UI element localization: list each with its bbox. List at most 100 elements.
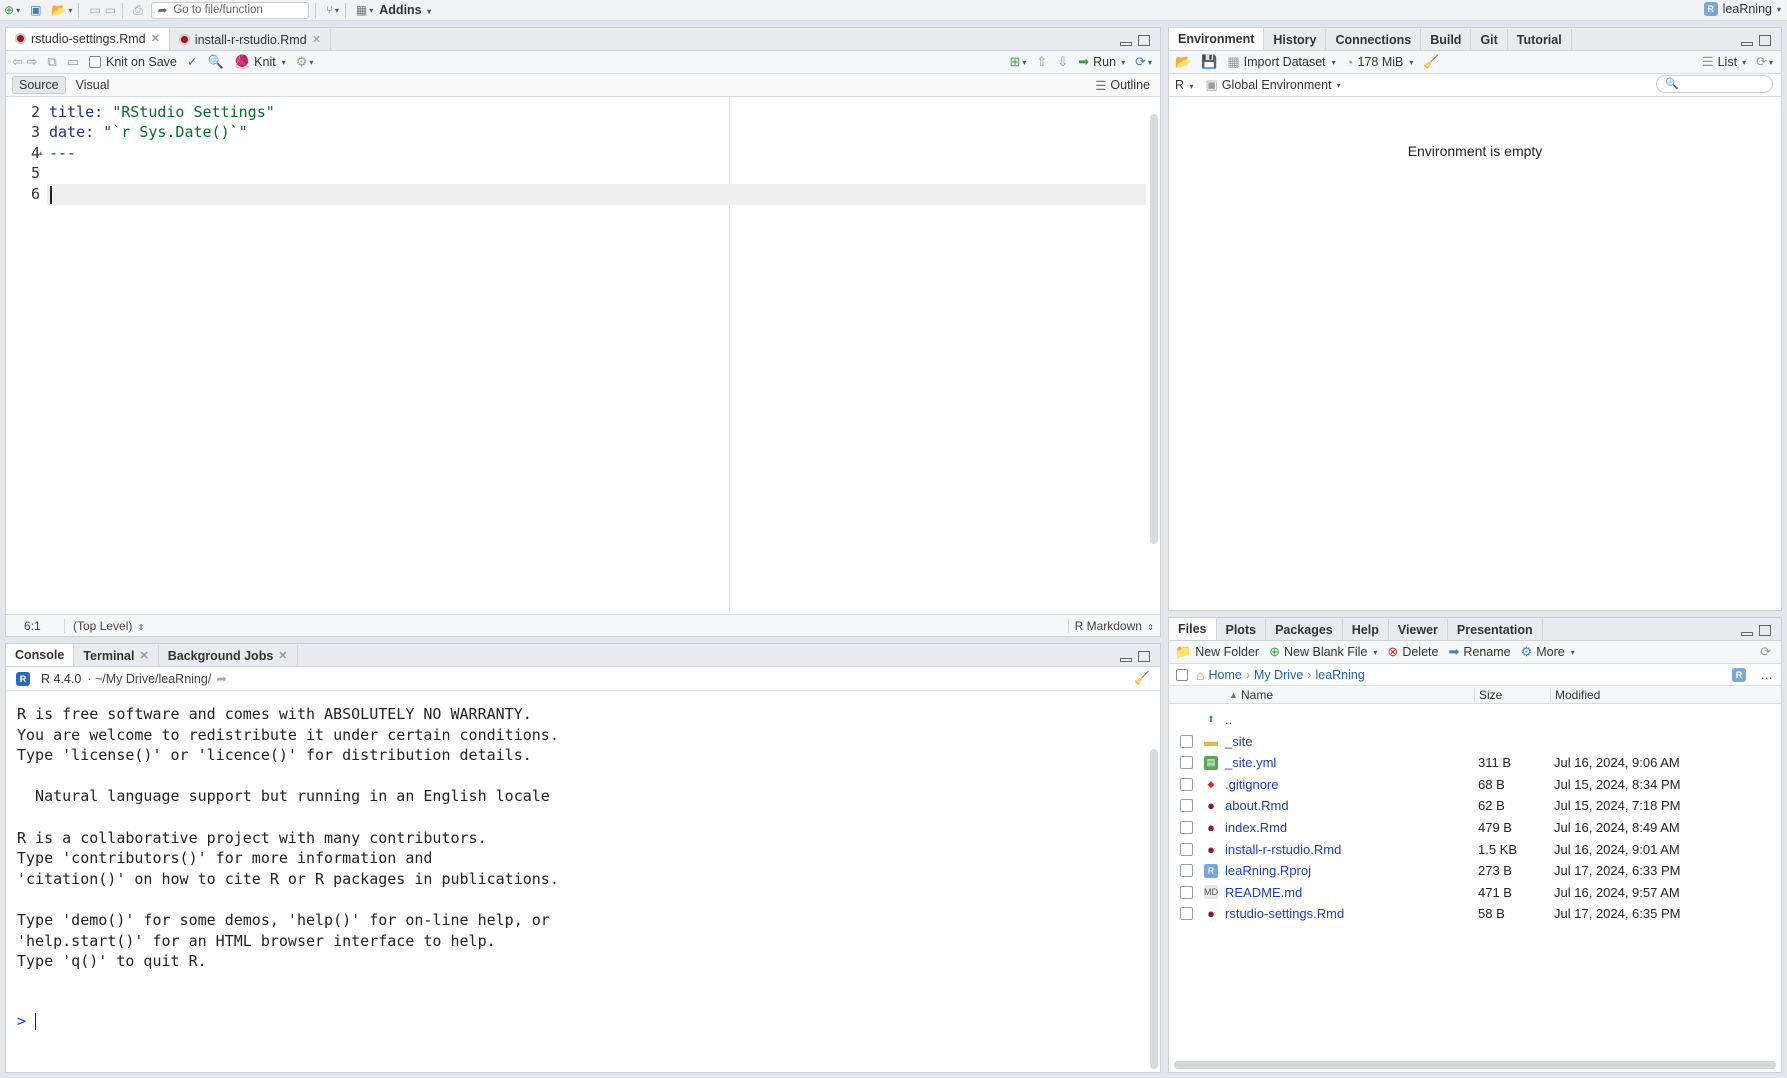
maximize-icon[interactable]: [1138, 651, 1150, 662]
working-directory[interactable]: · ~/My Drive/leaRning/: [87, 672, 211, 686]
close-icon[interactable]: ✕: [278, 649, 287, 662]
tab-git[interactable]: Git: [1471, 29, 1508, 50]
project-menu[interactable]: R leaRning ▾: [1703, 2, 1781, 16]
tab-build[interactable]: Build: [1421, 29, 1472, 50]
source-mode-button[interactable]: Source: [12, 76, 66, 94]
file-name[interactable]: _site: [1225, 734, 1252, 749]
home-icon[interactable]: ⌂: [1196, 667, 1204, 683]
tab-rstudio-settings[interactable]: rstudio-settings.Rmd ✕: [6, 28, 170, 50]
file-name[interactable]: _site.yml: [1225, 755, 1276, 770]
table-row[interactable]: RleaRning.Rproj 273 B Jul 17, 2024, 6:33 P…: [1169, 860, 1781, 881]
table-row[interactable]: ▬ _site: [1169, 731, 1781, 752]
tab-tutorial[interactable]: Tutorial: [1508, 29, 1572, 50]
row-checkbox[interactable]: [1180, 907, 1193, 921]
load-workspace-icon[interactable]: 📂: [1175, 54, 1191, 70]
pane-layout-icon[interactable]: ▦ ▾: [356, 1, 373, 19]
find-icon[interactable]: 🔍: [208, 54, 224, 70]
environment-selector[interactable]: ▣ Global Environment ▾: [1206, 77, 1341, 93]
table-row[interactable]: ⬆..: [1169, 709, 1781, 730]
knit-button[interactable]: 🧶 Knit ▾: [234, 54, 286, 70]
checkbox[interactable]: [89, 56, 101, 68]
new-folder-button[interactable]: 📁 New Folder: [1175, 644, 1259, 660]
tab-viewer[interactable]: Viewer: [1389, 619, 1448, 640]
row-checkbox[interactable]: [1180, 799, 1193, 813]
column-modified[interactable]: Modified: [1550, 687, 1600, 702]
table-row[interactable]: ▤ _site.yml 311 B Jul 16, 2024, 9:06 AM: [1169, 752, 1781, 773]
new-blank-file-button[interactable]: ⊕ New Blank File ▾: [1269, 644, 1377, 660]
addins-menu[interactable]: Addins ▾: [379, 3, 431, 17]
tab-install-r-rstudio[interactable]: install-r-rstudio.Rmd ✕: [170, 29, 331, 50]
file-name[interactable]: about.Rmd: [1225, 798, 1289, 813]
tab-background-jobs[interactable]: Background Jobs ✕: [159, 645, 298, 666]
new-project-icon[interactable]: ▣: [30, 1, 41, 19]
row-checkbox[interactable]: [1180, 864, 1193, 878]
previous-chunk-icon[interactable]: ⇧: [1036, 54, 1047, 70]
scope-selector[interactable]: (Top Level) ⇕: [64, 618, 144, 633]
next-chunk-icon[interactable]: ⇩: [1057, 54, 1068, 70]
save-icon[interactable]: ▭: [67, 54, 79, 70]
insert-chunk-icon[interactable]: ⊞ ▾: [1009, 54, 1026, 70]
view-mode-button[interactable]: ☰ List ▾: [1702, 54, 1746, 70]
refresh-icon[interactable]: ⟳ ▾: [1756, 54, 1773, 70]
table-row[interactable]: ◆ .gitignore 68 B Jul 15, 2024, 8:34 PM: [1169, 774, 1781, 795]
save-workspace-icon[interactable]: 💾: [1201, 54, 1217, 70]
column-size[interactable]: Size: [1474, 687, 1502, 702]
show-in-window-icon[interactable]: ⧉: [47, 54, 56, 70]
minimize-icon[interactable]: [1120, 42, 1132, 46]
table-row[interactable]: ● rstudio-settings.Rmd 58 B Jul 17, 2024, 6…: [1169, 903, 1781, 924]
row-checkbox[interactable]: [1180, 777, 1193, 791]
file-name[interactable]: leaRning.Rproj: [1225, 863, 1311, 878]
code-editor[interactable]: 2 3 4 ▴ 5 6 title: "RStudio Settings" da…: [6, 98, 1160, 612]
clear-broom-icon[interactable]: 🧹: [1423, 54, 1439, 70]
tab-terminal[interactable]: Terminal ✕: [74, 645, 159, 666]
visual-mode-button[interactable]: Visual: [76, 78, 110, 92]
go-to-file-input[interactable]: ➦ Go to file/function: [150, 1, 309, 19]
clear-console-icon[interactable]: 🧹: [1134, 671, 1150, 686]
open-file-icon[interactable]: 📂 ▾: [51, 1, 72, 19]
table-row[interactable]: ● install-r-rstudio.Rmd 1.5 KB Jul 16, 2024…: [1169, 839, 1781, 860]
outline-button[interactable]: ☰ Outline: [1095, 78, 1150, 93]
file-name[interactable]: index.Rmd: [1225, 820, 1287, 835]
console-prompt[interactable]: >: [17, 1012, 37, 1030]
file-name[interactable]: rstudio-settings.Rmd: [1225, 906, 1344, 921]
go-to-directory-icon[interactable]: ➦: [216, 671, 226, 686]
go-to-project-icon[interactable]: R: [1732, 667, 1746, 682]
environment-search-input[interactable]: 🔍: [1656, 75, 1773, 93]
minimize-icon[interactable]: [1741, 42, 1753, 46]
tab-plots[interactable]: Plots: [1217, 619, 1267, 640]
fold-arrow-icon[interactable]: ▴: [39, 149, 43, 157]
settings-gear-icon[interactable]: ⚙ ▾: [296, 54, 314, 70]
run-button[interactable]: ➡ Run ▾: [1078, 54, 1125, 70]
spellcheck-icon[interactable]: ✓: [187, 54, 198, 70]
file-name[interactable]: ..: [1225, 712, 1232, 727]
memory-usage-button[interactable]: ◔ 178 MiB ▾: [1346, 55, 1414, 70]
table-row[interactable]: MD README.md 471 B Jul 16, 2024, 9:57 AM: [1169, 882, 1781, 903]
maximize-icon[interactable]: [1138, 35, 1150, 46]
row-checkbox[interactable]: [1180, 734, 1193, 748]
file-name[interactable]: README.md: [1225, 885, 1302, 900]
tab-console[interactable]: Console: [6, 644, 75, 666]
save-all-icon[interactable]: ▭: [105, 1, 116, 19]
vertical-scrollbar[interactable]: [1150, 114, 1158, 544]
breadcrumb-learning[interactable]: leaRning: [1315, 668, 1364, 682]
table-row[interactable]: ● index.Rmd 479 B Jul 16, 2024, 8:49 AM: [1169, 817, 1781, 838]
more-button[interactable]: ⚙ More ▾: [1521, 644, 1575, 660]
row-checkbox[interactable]: [1180, 821, 1193, 834]
tab-connections[interactable]: Connections: [1326, 29, 1422, 50]
console-output[interactable]: R is free software and comes with ABSOLU…: [6, 692, 1160, 1072]
tab-environment[interactable]: Environment: [1169, 28, 1265, 50]
tab-help[interactable]: Help: [1343, 619, 1389, 640]
maximize-icon[interactable]: [1759, 625, 1771, 636]
row-checkbox[interactable]: [1180, 885, 1193, 899]
language-selector[interactable]: R ▾: [1175, 78, 1194, 92]
table-row[interactable]: ● about.Rmd 62 B Jul 15, 2024, 7:18 PM: [1169, 795, 1781, 816]
vertical-scrollbar[interactable]: [1150, 749, 1158, 1069]
close-icon[interactable]: ✕: [151, 32, 160, 45]
version-control-icon[interactable]: ⑂ ▾: [326, 1, 339, 19]
rename-button[interactable]: ➡ Rename: [1448, 644, 1510, 660]
maximize-icon[interactable]: [1759, 35, 1771, 46]
breadcrumb-my-drive[interactable]: My Drive: [1254, 668, 1303, 682]
more-options-icon[interactable]: …: [1761, 668, 1774, 682]
refresh-icon[interactable]: ⟳: [1760, 644, 1771, 660]
save-icon[interactable]: ▭: [89, 1, 100, 19]
